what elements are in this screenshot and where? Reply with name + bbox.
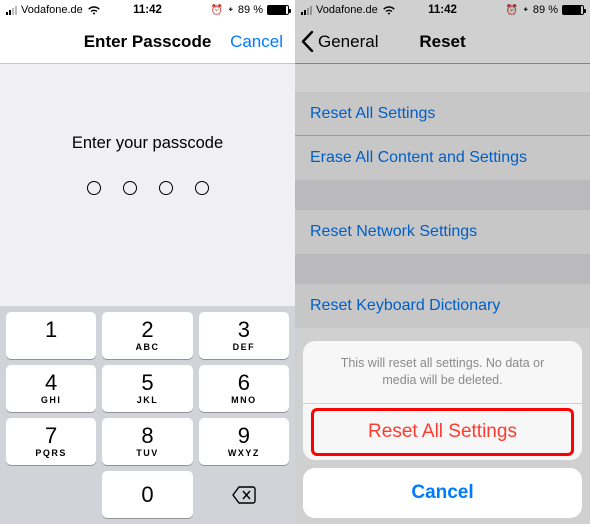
chevron-left-icon (301, 31, 314, 52)
battery-icon (562, 5, 584, 15)
passcode-dot (159, 181, 173, 195)
backspace-icon (232, 486, 256, 504)
signal-icon (6, 5, 17, 15)
wifi-icon (382, 5, 396, 15)
page-title: Enter Passcode (84, 32, 212, 52)
back-label: General (318, 32, 378, 52)
page-title: Reset (419, 32, 465, 52)
battery-icon (267, 5, 289, 15)
delete-key[interactable] (199, 471, 289, 518)
signal-icon (301, 5, 312, 15)
key-5[interactable]: 5JKL (102, 365, 192, 412)
passcode-dots (87, 181, 209, 195)
back-button[interactable]: General (301, 31, 378, 52)
navbar: General Reset (295, 20, 590, 64)
navbar: Enter Passcode Cancel (0, 20, 295, 64)
bluetooth-icon: ᛭ (522, 4, 529, 16)
key-1[interactable]: 1 (6, 312, 96, 359)
carrier-label: Vodafone.de (316, 4, 378, 16)
key-6[interactable]: 6MNO (199, 365, 289, 412)
wifi-icon (87, 5, 101, 15)
passcode-screen: Vodafone.de 11:42 ⏰ ᛭ 89 % Enter Passcod… (0, 0, 295, 524)
passcode-dot (123, 181, 137, 195)
cancel-button[interactable]: Cancel (230, 32, 283, 52)
passcode-dot (87, 181, 101, 195)
status-time: 11:42 (133, 4, 162, 16)
passcode-dot (195, 181, 209, 195)
key-0[interactable]: 0 (102, 471, 192, 518)
keypad: 1 2ABC 3DEF 4GHI 5JKL 6MNO 7PQRS 8TUV 9W… (0, 306, 295, 524)
key-blank (6, 471, 96, 518)
alarm-icon: ⏰ (506, 5, 518, 16)
cell-reset-keyboard[interactable]: Reset Keyboard Dictionary (295, 284, 590, 328)
carrier-label: Vodafone.de (21, 4, 83, 16)
status-bar: Vodafone.de 11:42 ⏰ ᛭ 89 % (295, 0, 590, 20)
key-2[interactable]: 2ABC (102, 312, 192, 359)
key-8[interactable]: 8TUV (102, 418, 192, 465)
cell-reset-network[interactable]: Reset Network Settings (295, 210, 590, 254)
battery-pct: 89 % (533, 4, 558, 16)
action-sheet: This will reset all settings. No data or… (303, 341, 582, 518)
passcode-prompt: Enter your passcode (72, 134, 223, 153)
settings-list: Reset All Settings Erase All Content and… (295, 92, 590, 328)
battery-pct: 89 % (238, 4, 263, 16)
bluetooth-icon: ᛭ (227, 4, 234, 16)
cell-erase-all[interactable]: Erase All Content and Settings (295, 136, 590, 180)
key-9[interactable]: 9WXYZ (199, 418, 289, 465)
cell-reset-all[interactable]: Reset All Settings (295, 92, 590, 136)
alarm-icon: ⏰ (211, 5, 223, 16)
sheet-message: This will reset all settings. No data or… (303, 341, 582, 404)
sheet-cancel-button[interactable]: Cancel (303, 468, 582, 518)
key-7[interactable]: 7PQRS (6, 418, 96, 465)
key-3[interactable]: 3DEF (199, 312, 289, 359)
sheet-reset-button[interactable]: Reset All Settings (311, 408, 574, 456)
status-time: 11:42 (428, 4, 457, 16)
key-4[interactable]: 4GHI (6, 365, 96, 412)
status-bar: Vodafone.de 11:42 ⏰ ᛭ 89 % (0, 0, 295, 20)
reset-screen: Vodafone.de 11:42 ⏰ ᛭ 89 % General Reset… (295, 0, 590, 524)
passcode-area: Enter your passcode (0, 64, 295, 306)
